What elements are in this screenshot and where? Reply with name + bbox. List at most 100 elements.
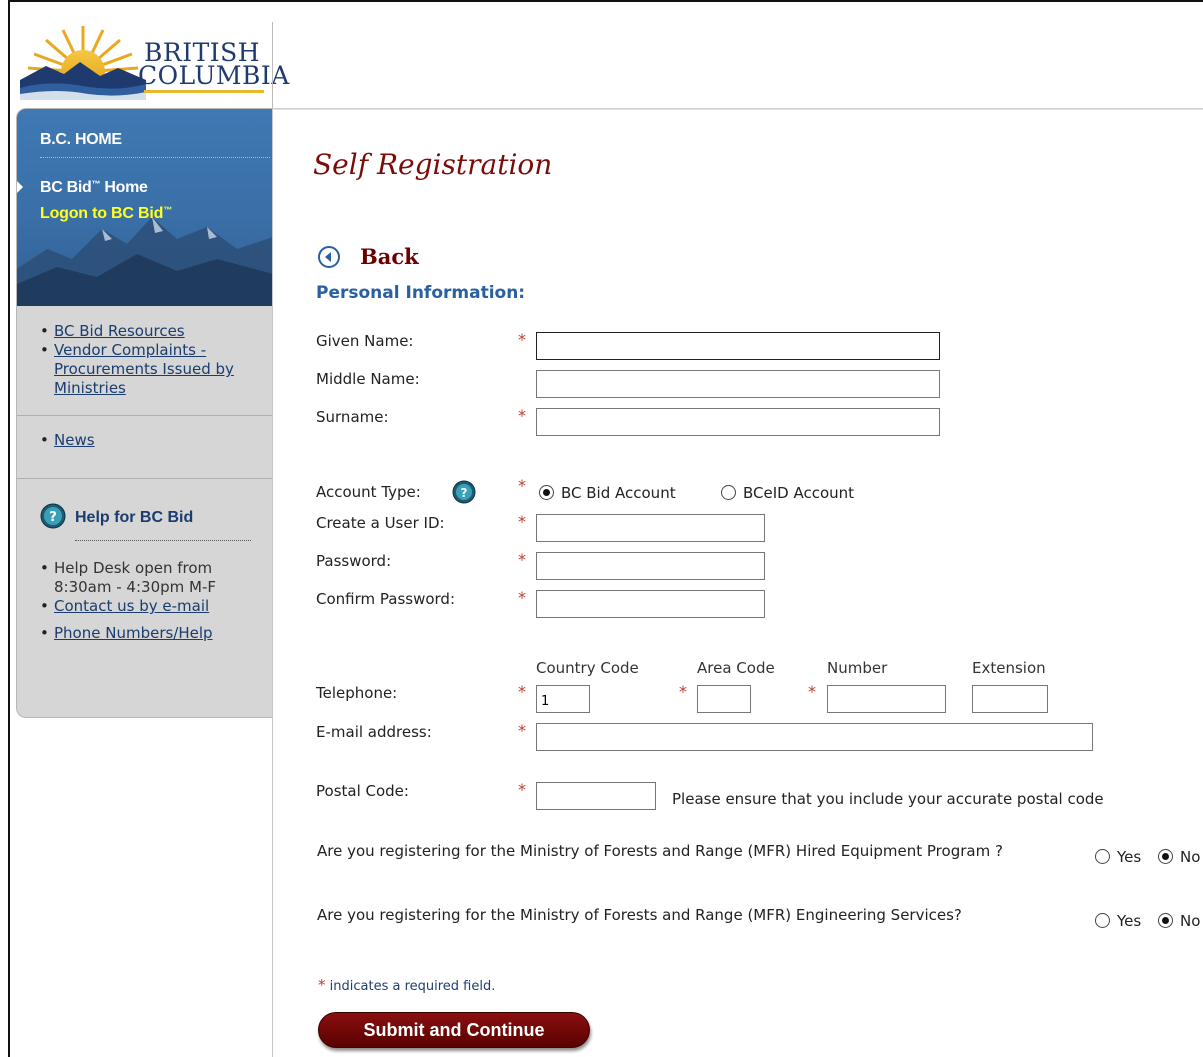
number-header: Number: [827, 659, 888, 677]
required-marker: *: [518, 330, 526, 349]
help-question-icon: ?: [40, 503, 66, 529]
bc-logo[interactable]: BRITISH COLUMBIA: [18, 22, 289, 100]
sidebar: B.C. HOME BC Bid™ Home Logon to BC Bid™ …: [16, 108, 272, 718]
back-link[interactable]: Back: [360, 244, 419, 269]
question-engineering-services: Are you registering for the Ministry of …: [317, 906, 962, 924]
required-marker: *: [518, 721, 526, 740]
trademark-mark: ™: [163, 205, 173, 215]
sidebar-separator: [17, 478, 272, 479]
header-rule: [272, 108, 1203, 110]
telephone-label: Telephone:: [316, 684, 398, 702]
hired-equipment-yes-label: Yes: [1117, 848, 1142, 866]
trademark-mark: ™: [91, 179, 101, 189]
account-type-bceid-label: BCeID Account: [743, 484, 855, 502]
page-title: Self Registration: [313, 148, 553, 181]
confirm-password-label: Confirm Password:: [316, 590, 456, 608]
country-code-field[interactable]: [536, 685, 590, 713]
engineering-yes-label: Yes: [1117, 912, 1142, 930]
sidebar-separator: [17, 415, 272, 416]
middle-name-field[interactable]: [536, 370, 940, 398]
engineering-no-radio[interactable]: [1158, 913, 1173, 928]
submit-continue-button[interactable]: Submit and Continue: [318, 1012, 590, 1048]
password-field[interactable]: [536, 552, 765, 580]
confirm-password-field[interactable]: [536, 590, 765, 618]
phone-number-field[interactable]: [827, 685, 946, 713]
sidebar-divider: [40, 157, 270, 158]
user-id-field[interactable]: [536, 514, 765, 542]
required-marker: *: [808, 682, 816, 701]
user-id-label: Create a User ID:: [316, 514, 445, 532]
extension-header: Extension: [972, 659, 1046, 677]
help-heading-label: Help for BC Bid: [75, 509, 194, 526]
surname-label: Surname:: [316, 408, 389, 426]
logo-underline: [144, 90, 264, 93]
list-item: BC Bid Resources: [40, 322, 254, 341]
list-item: Contact us by e-mail: [40, 597, 255, 616]
list-item: Vendor Complaints - Procurements Issued …: [40, 341, 254, 398]
content-divider: [272, 108, 273, 1057]
account-type-bcbid-label: BC Bid Account: [561, 484, 676, 502]
required-marker: *: [518, 406, 526, 425]
help-question-icon[interactable]: ?: [452, 480, 476, 504]
surname-field[interactable]: [536, 408, 940, 436]
section-heading: Personal Information:: [316, 283, 526, 303]
required-marker: *: [518, 780, 526, 799]
hired-equipment-no-radio[interactable]: [1158, 849, 1173, 864]
given-name-field[interactable]: [536, 332, 940, 360]
postal-code-field[interactable]: [536, 782, 656, 810]
area-code-field[interactable]: [697, 685, 751, 713]
engineering-no-label: No: [1180, 912, 1201, 930]
bcbid-home-label: BC Bid: [40, 179, 92, 196]
password-label: Password:: [316, 552, 392, 570]
list-item: Phone Numbers/Help: [40, 624, 255, 643]
sidebar-resources-list: BC Bid Resources Vendor Complaints - Pro…: [40, 322, 254, 398]
required-note-text: indicates a required field.: [329, 979, 496, 994]
country-code-header: Country Code: [536, 659, 639, 677]
link-contact-email[interactable]: Contact us by e-mail: [54, 597, 209, 615]
link-news[interactable]: News: [54, 431, 95, 449]
link-bc-bid-resources[interactable]: BC Bid Resources: [54, 322, 185, 340]
hired-equipment-yes-radio[interactable]: [1095, 849, 1110, 864]
sidebar-link-logon[interactable]: Logon to BC Bid™: [40, 205, 172, 223]
link-vendor-complaints[interactable]: Vendor Complaints - Procurements Issued …: [54, 341, 254, 398]
question-hired-equipment: Are you registering for the Ministry of …: [317, 842, 1003, 860]
sidebar-news-list: News: [40, 431, 95, 450]
link-phone-numbers[interactable]: Phone Numbers/Help: [54, 624, 213, 642]
list-item: Help Desk open from 8:30am - 4:30pm M-F: [40, 559, 255, 597]
account-type-bcbid-radio[interactable]: [539, 485, 554, 500]
back-arrow-icon[interactable]: [318, 246, 340, 268]
area-code-header: Area Code: [697, 659, 775, 677]
required-marker: *: [518, 682, 526, 701]
svg-text:?: ?: [49, 510, 57, 525]
email-field[interactable]: [536, 723, 1093, 751]
help-desk-hours: Help Desk open from 8:30am - 4:30pm M-F: [54, 559, 217, 596]
engineering-yes-radio[interactable]: [1095, 913, 1110, 928]
given-name-label: Given Name:: [316, 332, 414, 350]
bcbid-home-suffix: Home: [100, 179, 148, 196]
middle-name-label: Middle Name:: [316, 370, 420, 388]
svg-text:?: ?: [461, 486, 468, 500]
sidebar-link-bc-home[interactable]: B.C. HOME: [40, 131, 122, 149]
extension-field[interactable]: [972, 685, 1048, 713]
required-marker: *: [518, 512, 526, 531]
sidebar-link-bcbid-home[interactable]: BC Bid™ Home: [40, 179, 148, 197]
required-field-note: * indicates a required field.: [318, 976, 495, 994]
required-marker: *: [318, 976, 326, 994]
required-marker: *: [518, 550, 526, 569]
hired-equipment-no-label: No: [1180, 848, 1201, 866]
logon-label: Logon to BC Bid: [40, 205, 164, 222]
sun-mountains-logo-icon: [20, 26, 146, 100]
postal-code-note: Please ensure that you include your accu…: [672, 790, 1104, 808]
account-type-bceid-radio[interactable]: [721, 485, 736, 500]
account-type-label: Account Type:: [316, 483, 421, 501]
required-marker: *: [518, 588, 526, 607]
postal-code-label: Postal Code:: [316, 782, 409, 800]
mountain-photo: [17, 217, 272, 306]
help-heading: ? Help for BC Bid: [40, 503, 194, 529]
required-marker: *: [679, 682, 687, 701]
list-item: News: [40, 431, 95, 450]
logo-text-columbia: COLUMBIA: [138, 61, 290, 90]
current-page-arrow-icon: [17, 181, 23, 193]
header-divider: [272, 22, 273, 108]
help-divider: [75, 540, 251, 541]
